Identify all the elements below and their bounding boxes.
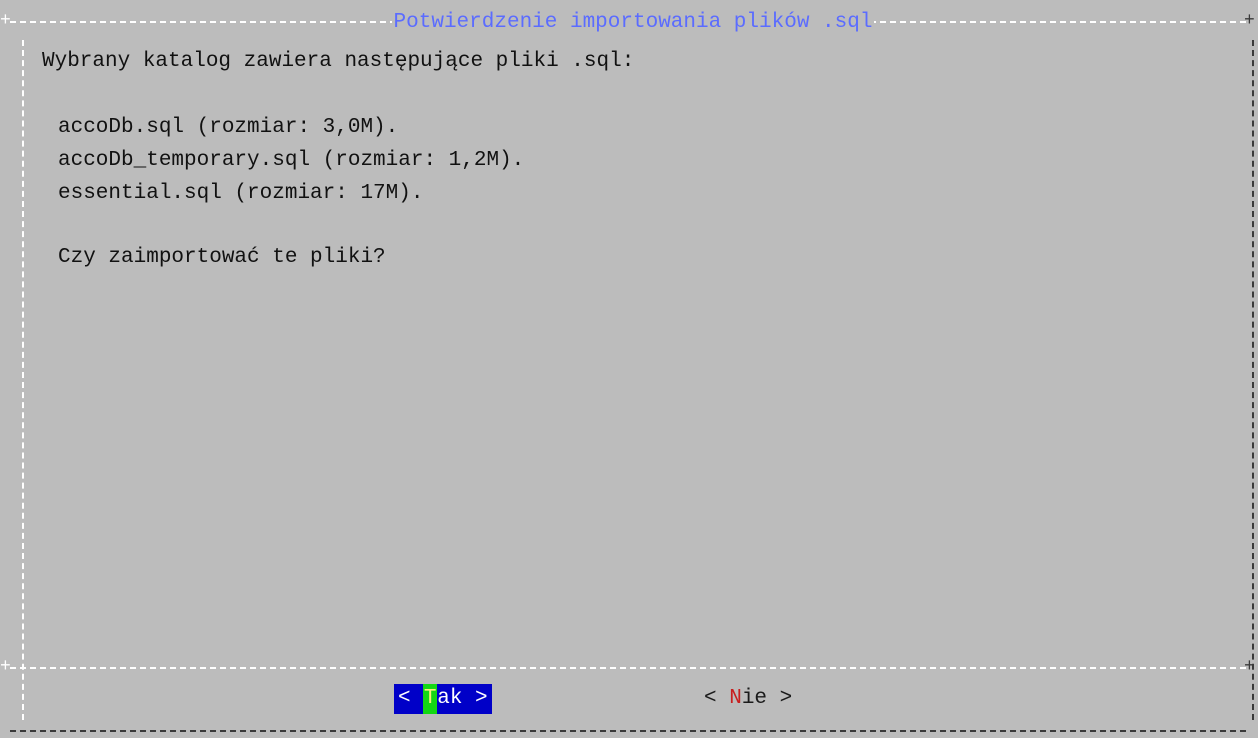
no-button-open: <	[704, 687, 730, 710]
file-list-item: accoDb.sql (rozmiar: 3,0M).	[58, 116, 399, 139]
yes-button[interactable]: < Tak >	[394, 684, 492, 714]
dialog-intro: Wybrany katalog zawiera następujące plik…	[42, 50, 635, 73]
yes-button-hotkey: T	[423, 684, 438, 714]
dialog-question: Czy zaimportować te pliki?	[58, 246, 386, 269]
file-list-item: essential.sql (rozmiar: 17M).	[58, 182, 424, 205]
no-button-hotkey: N	[729, 687, 742, 710]
button-separator	[10, 667, 1246, 669]
yes-button-rest: ak >	[437, 687, 488, 710]
yes-button-open: <	[398, 687, 424, 710]
dialog-title-wrap: Potwierdzenie importowania plików .sql	[0, 10, 1258, 36]
dialog-corner-top-left: +	[0, 11, 11, 31]
dialog-border-left	[22, 40, 24, 720]
dialog-border-top	[10, 21, 1246, 23]
file-list-item: accoDb_temporary.sql (rozmiar: 1,2M).	[58, 149, 525, 172]
dialog-border-right	[1252, 40, 1254, 720]
no-button-rest: ie >	[741, 687, 793, 710]
separator-corner-left: +	[0, 657, 11, 677]
dialog-border-bottom	[10, 730, 1246, 732]
dialog-window: + + + + Potwierdzenie importowania plikó…	[0, 0, 1258, 738]
separator-corner-right: +	[1244, 657, 1255, 677]
no-button[interactable]: < Nie >	[700, 684, 796, 714]
dialog-corner-top-right: +	[1244, 11, 1255, 31]
dialog-title: Potwierdzenie importowania plików .sql	[391, 10, 875, 36]
